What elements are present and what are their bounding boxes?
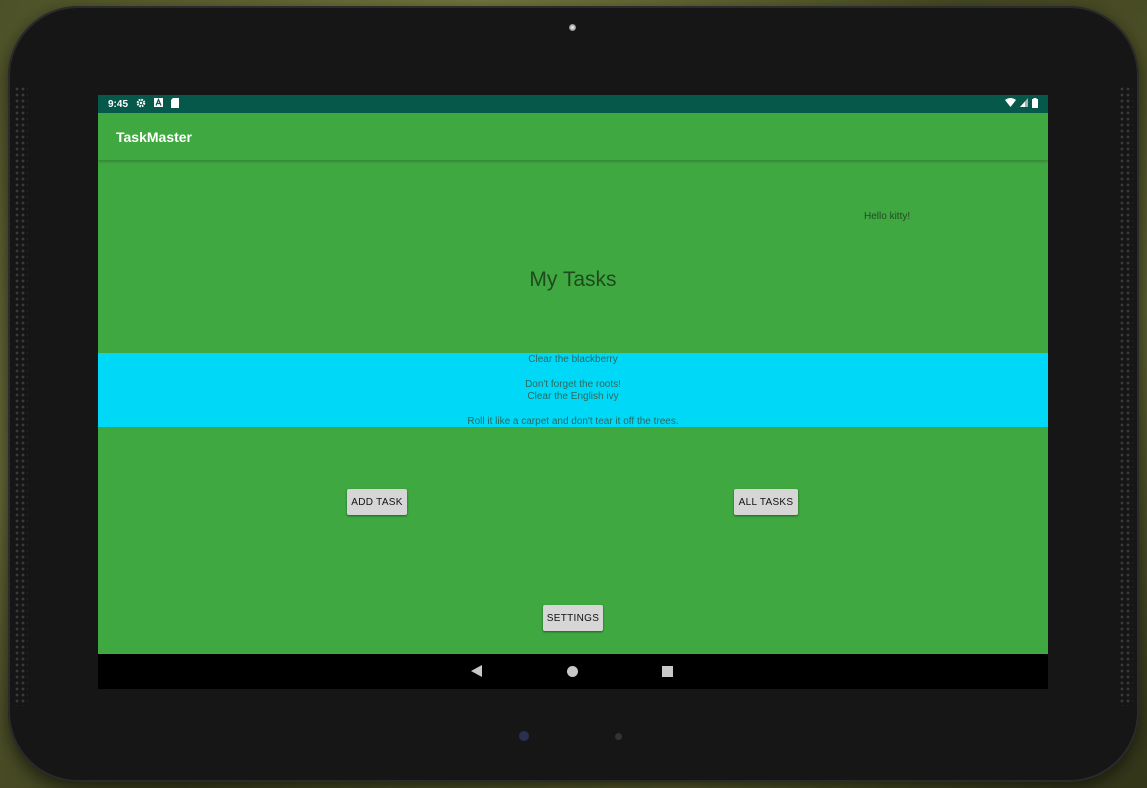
front-camera <box>569 24 576 31</box>
greeting-text: Hello kitty! <box>864 211 911 222</box>
a-notification-icon <box>154 97 164 110</box>
wifi-icon <box>1005 98 1016 110</box>
speaker-grille-right <box>1119 86 1133 706</box>
task-list[interactable]: Clear the blackberry Don't forget the ro… <box>98 353 1048 427</box>
home-icon[interactable] <box>567 666 578 677</box>
battery-icon <box>1032 97 1038 111</box>
task-body: Don't forget the roots! <box>525 379 621 390</box>
status-bar: 9:45 <box>98 95 1048 113</box>
recents-icon[interactable] <box>662 666 673 677</box>
task-body: Roll it like a carpet and don't tear it … <box>467 416 679 427</box>
back-icon[interactable] <box>471 665 482 677</box>
speaker-grille-left <box>14 86 28 706</box>
settings-button[interactable]: SETTINGS <box>543 605 603 631</box>
task-title[interactable]: Clear the English ivy <box>98 391 1048 402</box>
sensor-dot <box>519 731 529 741</box>
add-task-button[interactable]: ADD TASK <box>347 489 407 515</box>
status-right-icons <box>1005 95 1038 113</box>
signal-icon <box>1020 98 1028 110</box>
sensor-dot <box>615 733 622 740</box>
gear-icon <box>136 98 146 111</box>
page-title: My Tasks <box>529 268 617 291</box>
screen: 9:45 TaskMaster Hello kitty! My Tasks Cl… <box>98 95 1048 689</box>
app-title: TaskMaster <box>116 129 193 145</box>
navigation-bar <box>98 654 1048 689</box>
all-tasks-button[interactable]: ALL TASKS <box>734 489 798 515</box>
sd-card-icon <box>171 97 180 111</box>
task-title[interactable]: Clear the blackberry <box>98 354 1048 365</box>
status-time: 9:45 <box>108 98 129 110</box>
app-bar: TaskMaster <box>98 113 1048 160</box>
